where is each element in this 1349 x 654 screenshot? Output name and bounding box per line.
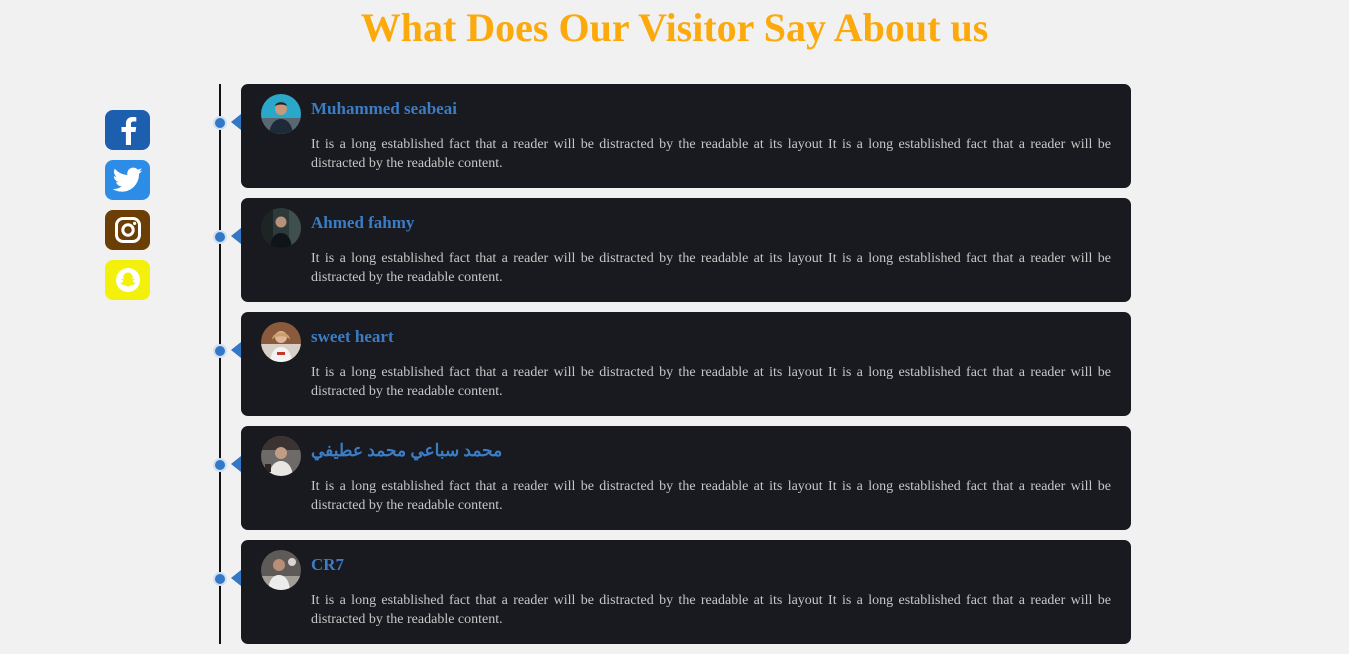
timeline-dot — [213, 572, 227, 586]
testimonial-text: It is a long established fact that a rea… — [311, 365, 1111, 399]
social-links — [105, 110, 150, 300]
avatar — [261, 208, 301, 248]
testimonial-text: It is a long established fact that a rea… — [311, 137, 1111, 171]
testimonial-text: It is a long established fact that a rea… — [311, 251, 1111, 285]
timeline-line — [219, 84, 221, 644]
page-title: What Does Our Visitor Say About us — [360, 5, 989, 50]
timeline-dot — [213, 344, 227, 358]
testimonial-text: It is a long established fact that a rea… — [311, 479, 1111, 513]
twitter-button[interactable] — [105, 160, 150, 200]
facebook-icon — [121, 117, 136, 145]
timeline-dot — [213, 230, 227, 244]
avatar — [261, 550, 301, 590]
testimonial-card: محمد سباعي محمد عطيفي It is a long estab… — [213, 426, 1131, 530]
card-pointer — [231, 570, 241, 586]
card-pointer — [231, 456, 241, 472]
avatar — [261, 94, 301, 134]
timeline-dot — [213, 116, 227, 130]
card-pointer — [231, 114, 241, 130]
testimonial-card: CR7 It is a long established fact that a… — [213, 540, 1131, 644]
timeline-dot — [213, 458, 227, 472]
instagram-icon — [114, 217, 141, 243]
twitter-icon — [112, 167, 142, 192]
visitor-name: Ahmed fahmy — [311, 213, 415, 232]
snapchat-icon — [115, 268, 140, 292]
visitor-name: Muhammed seabeai — [311, 99, 457, 118]
visitor-name: محمد سباعي محمد عطيفي — [311, 441, 503, 460]
card-pointer — [231, 228, 241, 244]
instagram-button[interactable] — [105, 210, 150, 250]
visitor-name: CR7 — [311, 555, 345, 574]
testimonial-card: Muhammed seabeai It is a long establishe… — [213, 84, 1131, 188]
testimonial-card: sweet heart It is a long established fac… — [213, 312, 1131, 416]
facebook-button[interactable] — [105, 110, 150, 150]
testimonial-card: Ahmed fahmy It is a long established fac… — [213, 198, 1131, 302]
snapchat-button[interactable] — [105, 260, 150, 300]
card-pointer — [231, 342, 241, 358]
avatar — [261, 322, 301, 362]
avatar — [261, 436, 301, 476]
testimonial-text: It is a long established fact that a rea… — [311, 593, 1111, 627]
visitor-name: sweet heart — [311, 327, 394, 346]
